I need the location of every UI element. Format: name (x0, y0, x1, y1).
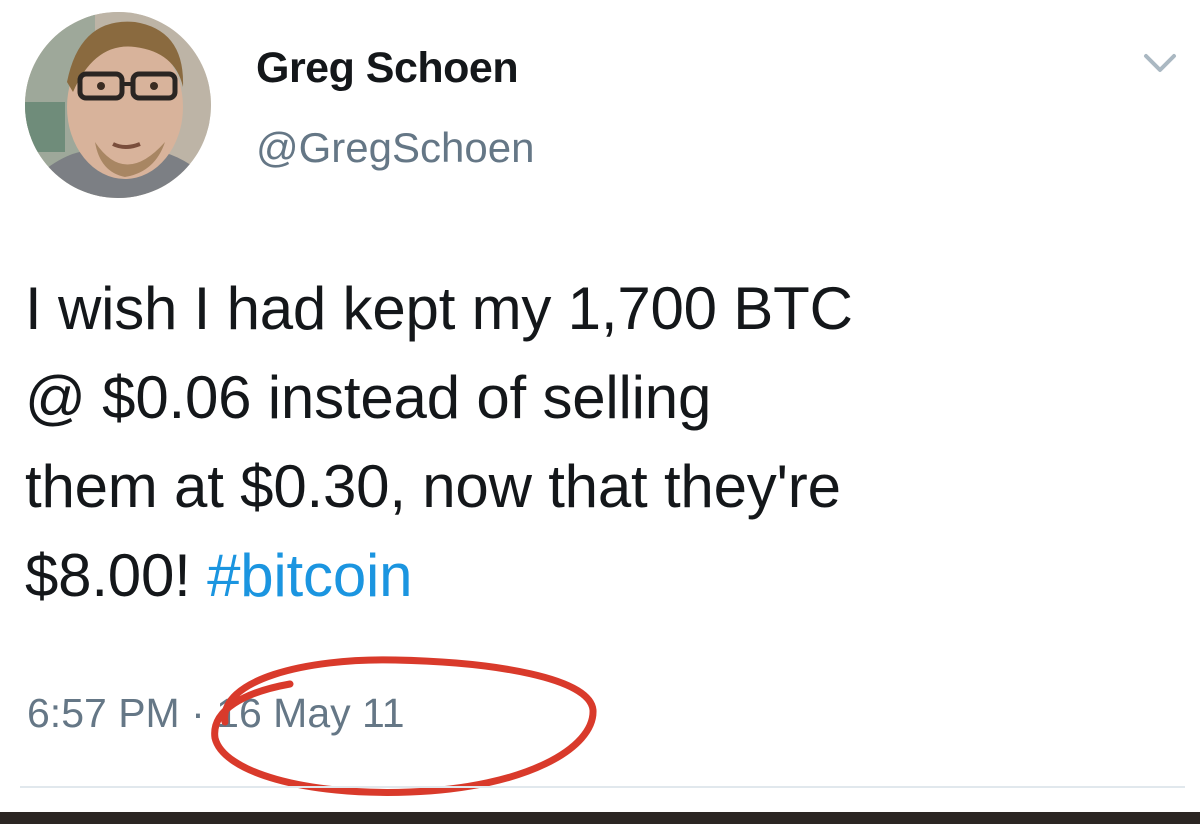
tweet-date: 16 May 11 (216, 690, 405, 736)
tweet-text-line-start: $8.00! (25, 542, 208, 609)
tweet-timestamp[interactable]: 6:57 PM · 16 May 11 (27, 690, 405, 737)
timestamp-separator: · (191, 690, 205, 736)
tweet-text-line: $8.00! #bitcoin (25, 531, 1185, 620)
hashtag-link[interactable]: #bitcoin (207, 542, 412, 609)
divider (20, 786, 1185, 788)
tweet-time: 6:57 PM (27, 690, 180, 736)
avatar[interactable] (25, 12, 211, 198)
tweet-text: I wish I had kept my 1,700 BTC @ $0.06 i… (25, 264, 1185, 620)
tweet-card: Greg Schoen @GregSchoen I wish I had kep… (0, 0, 1200, 824)
tweet-text-line: them at $0.30, now that they're (25, 453, 841, 520)
avatar-photo (25, 12, 211, 198)
user-handle[interactable]: @GregSchoen (256, 124, 534, 172)
bottom-border (0, 812, 1200, 824)
tweet-text-line: @ $0.06 instead of selling (25, 364, 712, 431)
tweet-text-line: I wish I had kept my 1,700 BTC (25, 275, 853, 342)
chevron-down-icon[interactable] (1142, 48, 1178, 78)
display-name[interactable]: Greg Schoen (256, 44, 519, 93)
